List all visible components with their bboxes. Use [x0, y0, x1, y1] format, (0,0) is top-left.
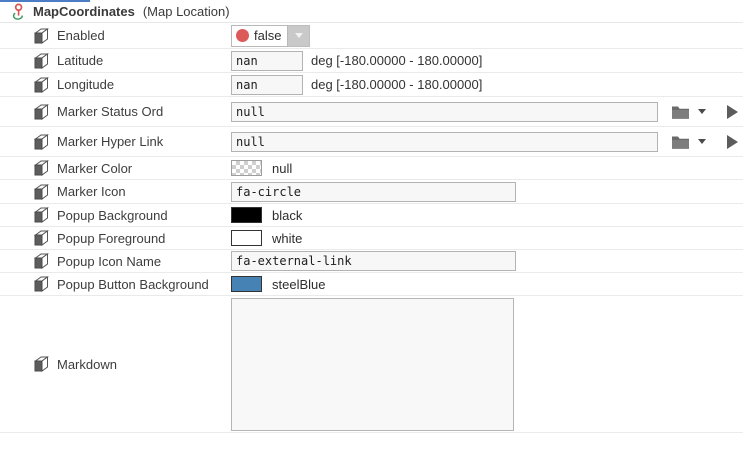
- property-row-popup-background: Popup Background black: [0, 204, 743, 227]
- component-title: MapCoordinates: [33, 4, 135, 19]
- property-label: Popup Icon Name: [57, 254, 161, 269]
- property-label: Popup Background: [57, 208, 168, 223]
- hyperlink-go-button[interactable]: [727, 105, 738, 119]
- folder-icon: [671, 105, 690, 119]
- component-cube-icon: [33, 276, 49, 292]
- property-row-marker-status-ord: Marker Status Ord: [0, 97, 743, 127]
- sheet-header: MapCoordinates (Map Location): [0, 0, 743, 23]
- ord-chooser-button[interactable]: [671, 135, 706, 149]
- component-cube-icon: [33, 53, 49, 69]
- property-label: Markdown: [57, 357, 117, 372]
- marker-color-value: null: [272, 161, 292, 176]
- ord-chooser-button[interactable]: [671, 105, 706, 119]
- property-label: Marker Color: [57, 161, 132, 176]
- play-arrow-icon: [727, 105, 738, 119]
- component-cube-icon: [33, 253, 49, 269]
- property-label: Marker Status Ord: [57, 104, 163, 119]
- property-label: Longitude: [57, 77, 114, 92]
- chevron-down-icon: [698, 109, 706, 114]
- marker-icon-input[interactable]: [231, 182, 516, 202]
- active-tab-indicator: [0, 0, 90, 2]
- play-arrow-icon: [727, 135, 738, 149]
- popup-button-background-value: steelBlue: [272, 277, 325, 292]
- component-cube-icon: [33, 356, 49, 372]
- property-row-marker-color: Marker Color null: [0, 157, 743, 180]
- property-row-popup-icon-name: Popup Icon Name: [0, 250, 743, 273]
- hyperlink-go-button[interactable]: [727, 135, 738, 149]
- property-sheet: MapCoordinates (Map Location) Enabled fa…: [0, 0, 743, 451]
- enabled-dropdown-field[interactable]: false: [231, 25, 288, 47]
- popup-icon-name-input[interactable]: [231, 251, 516, 271]
- latitude-unit-range: deg [-180.00000 - 180.00000]: [311, 53, 482, 68]
- component-cube-icon: [33, 28, 49, 44]
- property-row-latitude: Latitude deg [-180.00000 - 180.00000]: [0, 49, 743, 73]
- folder-icon: [671, 135, 690, 149]
- chevron-down-icon: [295, 33, 303, 38]
- component-type: (Map Location): [143, 4, 230, 19]
- enabled-value: false: [254, 28, 281, 43]
- property-label: Popup Button Background: [57, 277, 209, 292]
- marker-status-ord-input[interactable]: [231, 102, 658, 122]
- component-cube-icon: [33, 230, 49, 246]
- popup-background-value: black: [272, 208, 302, 223]
- longitude-unit-range: deg [-180.00000 - 180.00000]: [311, 77, 482, 92]
- popup-background-swatch[interactable]: [231, 207, 262, 223]
- property-row-popup-button-background: Popup Button Background steelBlue: [0, 273, 743, 296]
- component-cube-icon: [33, 104, 49, 120]
- property-label: Popup Foreground: [57, 231, 165, 246]
- property-label: Enabled: [57, 28, 105, 43]
- enabled-dropdown[interactable]: false: [231, 25, 310, 47]
- property-row-longitude: Longitude deg [-180.00000 - 180.00000]: [0, 73, 743, 97]
- chevron-down-icon: [698, 139, 706, 144]
- marker-color-swatch[interactable]: [231, 160, 262, 176]
- popup-foreground-swatch[interactable]: [231, 230, 262, 246]
- property-label: Marker Icon: [57, 184, 126, 199]
- marker-hyper-link-input[interactable]: [231, 132, 658, 152]
- popup-button-background-swatch[interactable]: [231, 276, 262, 292]
- property-row-marker-hyper-link: Marker Hyper Link: [0, 127, 743, 157]
- map-pin-icon: [10, 3, 26, 20]
- component-cube-icon: [33, 134, 49, 150]
- property-row-popup-foreground: Popup Foreground white: [0, 227, 743, 250]
- property-row-markdown: Markdown: [0, 296, 743, 433]
- enabled-dropdown-button[interactable]: [288, 25, 310, 47]
- component-cube-icon: [33, 184, 49, 200]
- false-status-dot: [236, 29, 249, 42]
- property-label: Latitude: [57, 53, 103, 68]
- component-cube-icon: [33, 207, 49, 223]
- component-cube-icon: [33, 77, 49, 93]
- property-label: Marker Hyper Link: [57, 134, 163, 149]
- latitude-input[interactable]: [231, 51, 303, 71]
- property-row-marker-icon: Marker Icon: [0, 180, 743, 204]
- markdown-textarea[interactable]: [231, 298, 514, 431]
- property-row-enabled: Enabled false: [0, 23, 743, 49]
- component-cube-icon: [33, 160, 49, 176]
- popup-foreground-value: white: [272, 231, 302, 246]
- longitude-input[interactable]: [231, 75, 303, 95]
